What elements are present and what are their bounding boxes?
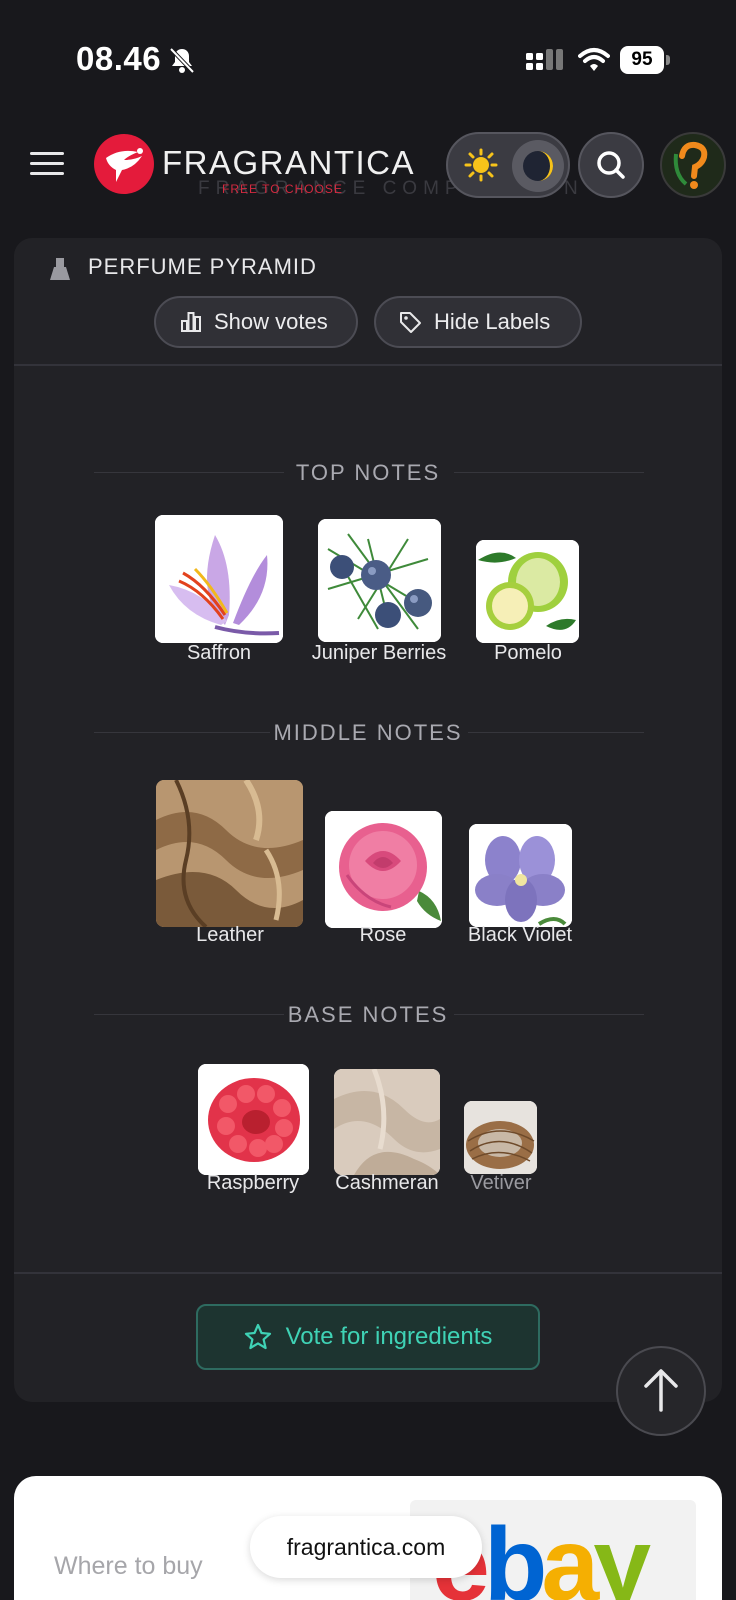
search-icon — [597, 151, 625, 179]
show-votes-label: Show votes — [214, 309, 328, 334]
moon-icon — [512, 140, 564, 192]
hide-labels-label: Hide Labels — [434, 309, 551, 334]
star-icon — [244, 1323, 271, 1350]
user-avatar[interactable] — [660, 132, 726, 198]
show-votes-button[interactable]: Show votes — [154, 296, 358, 348]
bell-off-icon — [169, 47, 195, 74]
pyramid-card-header: PERFUME PYRAMID Show votes Hide Labels — [14, 238, 722, 366]
theme-toggle[interactable] — [446, 132, 570, 198]
wifi-icon — [578, 48, 610, 71]
cellular-signal-icon — [526, 49, 563, 70]
vote-for-ingredients-button[interactable]: Vote for ingredients — [196, 1304, 540, 1370]
browser-url-pill[interactable]: fragrantica.com — [250, 1516, 482, 1578]
note-label-pomelo[interactable]: Pomelo — [494, 642, 562, 665]
site-header: FRAGRANCE COMPOSITION FRAGRANTICA FREE T… — [0, 120, 736, 210]
pomelo-image[interactable] — [476, 540, 579, 643]
brand-tagline: FREE TO CHOOSE — [222, 182, 343, 196]
hide-labels-button[interactable]: Hide Labels — [374, 296, 582, 348]
note-label-vetiver[interactable]: Vetiver — [470, 1172, 531, 1195]
vote-button-label: Vote for ingredients — [285, 1323, 493, 1350]
tag-icon — [400, 312, 421, 333]
note-label-black-violet[interactable]: Black Violet — [468, 924, 572, 947]
base-notes-heading: BASE NOTES — [287, 1002, 449, 1027]
status-time: 08.46 — [76, 40, 162, 77]
perfume-pyramid-card: PERFUME PYRAMID Show votes Hide Labels T… — [14, 238, 722, 1402]
note-label-rose[interactable]: Rose — [360, 924, 407, 947]
rose-image[interactable] — [325, 811, 442, 928]
scroll-to-top-button[interactable] — [616, 1346, 706, 1436]
note-label-raspberry[interactable]: Raspberry — [207, 1172, 299, 1195]
status-bar: 08.46 95 — [0, 0, 736, 110]
hamburger-menu-icon[interactable] — [30, 152, 64, 178]
question-mark-icon — [673, 141, 708, 189]
juniper-berries-image[interactable] — [318, 519, 441, 642]
arrow-up-icon — [644, 1369, 678, 1412]
search-button[interactable] — [578, 132, 644, 198]
where-to-buy-label: Where to buy — [54, 1552, 203, 1580]
pyramid-title: PERFUME PYRAMID — [88, 254, 317, 279]
battery-level: 95 — [620, 46, 664, 74]
vetiver-image[interactable] — [464, 1101, 537, 1174]
note-label-saffron[interactable]: Saffron — [187, 642, 251, 665]
note-label-juniper-berries[interactable]: Juniper Berries — [312, 642, 447, 665]
cashmeran-image[interactable] — [334, 1069, 440, 1175]
note-label-cashmeran[interactable]: Cashmeran — [335, 1172, 438, 1195]
black-violet-image[interactable] — [469, 824, 572, 927]
leather-image[interactable] — [156, 780, 303, 927]
top-notes-heading: TOP NOTES — [295, 460, 441, 485]
brand-name[interactable]: FRAGRANTICA — [162, 144, 415, 182]
raspberry-image[interactable] — [198, 1064, 309, 1175]
middle-notes-heading: MIDDLE NOTES — [273, 720, 463, 745]
bar-chart-icon — [181, 312, 201, 332]
fragrantica-logo-icon[interactable] — [94, 134, 154, 194]
battery-tip — [666, 55, 670, 65]
flask-icon — [50, 258, 70, 280]
battery-indicator: 95 — [620, 46, 670, 74]
sun-icon — [464, 148, 498, 182]
note-label-leather[interactable]: Leather — [196, 924, 264, 947]
saffron-image[interactable] — [155, 515, 283, 643]
